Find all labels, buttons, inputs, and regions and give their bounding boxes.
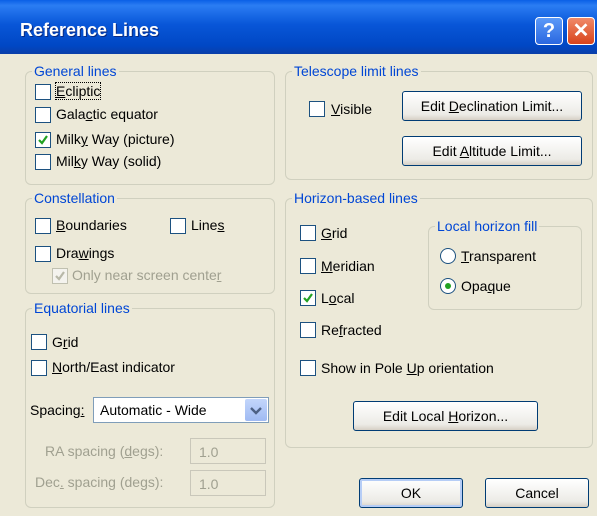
refracted-label: Refracted [321, 322, 382, 338]
reference-lines-dialog: Reference Lines ? ✕ General lines Eclipt… [0, 0, 597, 516]
meridian-label: Meridian [321, 258, 375, 274]
ok-button[interactable]: OK [359, 478, 463, 508]
refracted-checkbox[interactable] [300, 322, 316, 338]
local-checkbox[interactable] [300, 290, 316, 306]
dec-spacing-label: Dec. spacing (degs): [35, 474, 164, 490]
dec-spacing-input: 1.0 [190, 470, 266, 496]
opaque-label: Opaque [461, 278, 511, 294]
ecliptic-checkbox[interactable] [35, 84, 51, 100]
meridian-checkbox[interactable] [300, 258, 316, 274]
title-bar[interactable]: Reference Lines ? ✕ [0, 0, 597, 54]
north-east-indicator-label: North/East indicator [52, 359, 175, 375]
spacing-label: Spacing: [30, 402, 85, 418]
lines-label: Lines [191, 217, 225, 233]
ra-spacing-label: RA spacing (degs): [45, 443, 164, 459]
galactic-equator-checkbox[interactable] [35, 107, 51, 123]
general-lines-legend: General lines [34, 63, 117, 79]
pole-up-checkbox[interactable] [300, 360, 316, 376]
drawings-checkbox[interactable] [35, 246, 51, 262]
equatorial-grid-checkbox[interactable] [31, 334, 47, 350]
opaque-radio[interactable] [440, 278, 456, 294]
only-near-center-checkbox [52, 268, 68, 284]
only-near-center-label: Only near screen center [72, 267, 222, 283]
local-horizon-fill-legend: Local horizon fill [437, 218, 538, 234]
horizon-grid-checkbox[interactable] [300, 225, 316, 241]
check-mark-icon [38, 135, 48, 145]
local-horizon-fill-group: Local horizon fill [428, 218, 582, 310]
drawings-label: Drawings [56, 245, 115, 261]
telescope-limit-legend: Telescope limit lines [294, 63, 419, 79]
window-title: Reference Lines [20, 20, 160, 40]
boundaries-checkbox[interactable] [35, 218, 51, 234]
edit-local-horizon-button[interactable]: Edit Local Horizon... [353, 401, 538, 431]
milky-way-solid-checkbox[interactable] [35, 154, 51, 170]
ra-spacing-input: 1.0 [190, 438, 266, 464]
horizon-grid-label: Grid [321, 225, 348, 241]
edit-altitude-limit-button[interactable]: Edit Altitude Limit... [402, 136, 582, 166]
milky-way-picture-label: Milky Way (picture) [56, 131, 175, 147]
chevron-down-icon[interactable] [245, 399, 267, 421]
milky-way-solid-label: Milky Way (solid) [56, 153, 162, 169]
transparent-radio[interactable] [440, 248, 456, 264]
help-button[interactable]: ? [535, 17, 563, 45]
check-mark-icon [55, 271, 65, 281]
spacing-value: Automatic - Wide [100, 402, 207, 418]
radio-dot-icon [445, 283, 451, 289]
equatorial-grid-label: Grid [52, 334, 79, 350]
transparent-label: Transparent [461, 248, 536, 264]
spacing-dropdown[interactable]: Automatic - Wide [93, 397, 269, 423]
edit-declination-limit-button[interactable]: Edit Declination Limit... [402, 91, 582, 121]
equatorial-lines-legend: Equatorial lines [34, 300, 130, 316]
dialog-body: General lines Ecliptic Galactic equator … [0, 54, 597, 516]
telescope-visible-label: Visible [331, 101, 372, 117]
lines-checkbox[interactable] [170, 218, 186, 234]
close-button[interactable]: ✕ [567, 17, 595, 45]
constellation-legend: Constellation [34, 190, 115, 206]
galactic-equator-label: Galactic equator [56, 106, 158, 122]
cancel-button[interactable]: Cancel [485, 478, 589, 508]
pole-up-label: Show in Pole Up orientation [321, 360, 494, 376]
boundaries-label: Boundaries [56, 217, 127, 233]
check-mark-icon [303, 293, 313, 303]
local-label: Local [321, 290, 355, 306]
telescope-visible-checkbox[interactable] [309, 101, 325, 117]
horizon-based-legend: Horizon-based lines [294, 190, 418, 206]
ecliptic-label: Ecliptic [55, 82, 102, 100]
north-east-indicator-checkbox[interactable] [31, 360, 47, 376]
milky-way-picture-checkbox[interactable] [35, 132, 51, 148]
